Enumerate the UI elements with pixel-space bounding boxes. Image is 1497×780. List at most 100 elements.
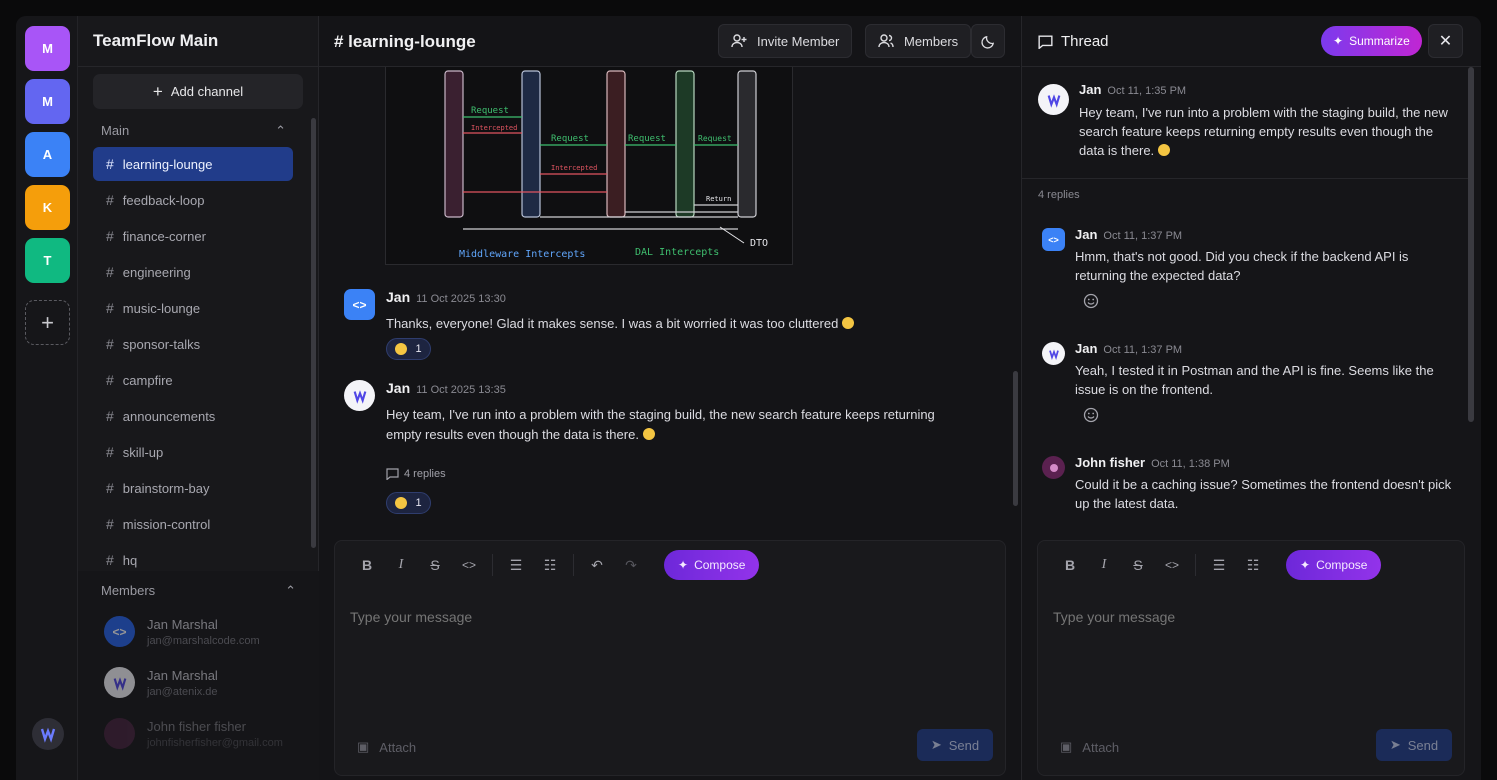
hash-icon: # [106, 516, 114, 532]
send-icon: ➤ [930, 737, 942, 752]
bullet-list-icon[interactable]: ☰ [1202, 548, 1236, 582]
message-author: Jan Oct 11, 1:35 PM [1079, 82, 1187, 97]
summarize-button[interactable]: ✦ Summarize [1321, 26, 1422, 56]
sequence-diagram-image: Request Intercepted Request Intercepted … [444, 70, 768, 260]
channel-sponsor-talks[interactable]: # sponsor-talks [93, 327, 293, 361]
thread-header: Thread ✦ Summarize ✕ [1022, 16, 1481, 67]
grimace-emoji-icon [1157, 144, 1170, 156]
code-icon[interactable]: <> [452, 548, 486, 582]
send-button[interactable]: ➤ Send [1376, 729, 1452, 761]
add-reaction-icon[interactable] [1082, 292, 1100, 310]
server-k[interactable]: K [25, 185, 70, 230]
user-avatar[interactable] [32, 718, 64, 750]
section-main-header[interactable]: Main ⌃ [101, 123, 286, 139]
chat-message: Jan 11 Oct 2025 13:35 Hey team, I've run … [344, 380, 984, 514]
svg-text:Intercepted: Intercepted [551, 164, 597, 172]
italic-icon[interactable]: I [384, 548, 418, 582]
logo-icon [113, 676, 126, 691]
numbered-list-icon[interactable]: ☷ [1236, 548, 1270, 582]
send-button[interactable]: ➤ Send [917, 729, 993, 761]
svg-text:DAL Intercepts: DAL Intercepts [635, 247, 719, 258]
thread-title: Thread [1038, 33, 1109, 50]
bullet-list-icon[interactable]: ☰ [499, 548, 533, 582]
compose-ai-button[interactable]: ✦ Compose [1286, 550, 1382, 580]
message-image[interactable]: Request Intercepted Request Intercepted … [385, 67, 793, 265]
hash-icon: # [106, 480, 114, 496]
channel-list: # learning-lounge # feedback-loop # finance… [93, 147, 293, 579]
channel-brainstorm-bay[interactable]: # brainstorm-bay [93, 471, 293, 505]
channel-engineering[interactable]: # engineering [93, 255, 293, 289]
code-icon[interactable]: <> [1155, 548, 1189, 582]
logo-icon [1048, 349, 1059, 360]
thread-replies-link[interactable]: 4 replies [386, 468, 446, 480]
message-time: 11 Oct 2025 13:30 [416, 293, 506, 305]
numbered-list-icon[interactable]: ☷ [533, 548, 567, 582]
sidebar-scrollbar[interactable] [311, 118, 316, 548]
sparkles-icon: ✦ [678, 558, 689, 572]
message-input[interactable] [350, 609, 950, 625]
thread-panel: Thread ✦ Summarize ✕ Jan Oct 11, 1:35 PM … [1021, 16, 1481, 780]
divider [492, 554, 493, 576]
plus-icon: + [152, 81, 163, 101]
close-thread-button[interactable]: ✕ [1428, 24, 1463, 58]
chat-scrollbar[interactable] [1013, 371, 1018, 506]
bold-icon[interactable]: B [350, 548, 384, 582]
member-item[interactable]: Jan Marshal jan@atenix.de [104, 667, 218, 698]
chevron-up-icon: ⌃ [275, 123, 286, 138]
attach-button[interactable]: ▣ Attach [357, 739, 416, 755]
channel-music-lounge[interactable]: # music-lounge [93, 291, 293, 325]
reaction-badge[interactable]: 1 [386, 338, 431, 360]
channel-feedback-loop[interactable]: # feedback-loop [93, 183, 293, 217]
channel-announcements[interactable]: # announcements [93, 399, 293, 433]
section-members-header[interactable]: Members ⌃ [101, 583, 296, 599]
chat-message: <> Jan 11 Oct 2025 13:30 Thanks, everyone… [344, 289, 984, 360]
add-server-button[interactable]: + [25, 300, 70, 345]
channel-sidebar: TeamFlow Main + Add channel Main ⌃ # lear… [78, 16, 319, 780]
moon-icon [980, 35, 994, 49]
image-icon: ▣ [1060, 739, 1073, 754]
members-button[interactable]: Members [865, 24, 972, 58]
channel-skill-up[interactable]: # skill-up [93, 435, 293, 469]
avatar [104, 718, 135, 749]
invite-member-button[interactable]: Invite Member [718, 24, 853, 58]
sparkles-icon: ✦ [1300, 558, 1311, 572]
grimace-emoji-icon [395, 343, 408, 355]
thread-message-input[interactable] [1053, 609, 1433, 625]
channel-campfire[interactable]: # campfire [93, 363, 293, 397]
channel-mission-control[interactable]: # mission-control [93, 507, 293, 541]
reply-count: 4 replies [1038, 189, 1080, 201]
strikethrough-icon[interactable]: S [418, 548, 452, 582]
comment-icon [386, 468, 399, 480]
workspace-title: TeamFlow Main [93, 31, 219, 50]
attach-button[interactable]: ▣ Attach [1060, 739, 1119, 755]
server-a[interactable]: A [25, 132, 70, 177]
bold-icon[interactable]: B [1053, 548, 1087, 582]
add-reaction-icon[interactable] [1082, 406, 1100, 424]
server-m2[interactable]: M [25, 79, 70, 124]
avatar [1038, 84, 1069, 115]
redo-icon[interactable]: ↷ [614, 548, 648, 582]
undo-icon[interactable]: ↶ [580, 548, 614, 582]
strikethrough-icon[interactable]: S [1121, 548, 1155, 582]
server-m1[interactable]: M [25, 26, 70, 71]
avatar [1042, 342, 1065, 365]
theme-toggle-button[interactable] [971, 24, 1005, 58]
member-item[interactable]: John fisher fisher johnfisherfisher@gmail… [104, 718, 283, 749]
avatar [344, 380, 375, 411]
member-item[interactable]: <> Jan Marshal jan@marshalcode.com [104, 616, 260, 647]
channel-learning-lounge[interactable]: # learning-lounge [93, 147, 293, 181]
add-channel-button[interactable]: + Add channel [93, 74, 303, 109]
channel-title: # learning-lounge [334, 32, 476, 51]
reply-text: Could it be a caching issue? Sometimes t… [1075, 477, 1452, 511]
svg-text:Request: Request [551, 134, 589, 144]
hash-icon: # [106, 300, 114, 316]
channel-finance-corner[interactable]: # finance-corner [93, 219, 293, 253]
send-icon: ➤ [1389, 737, 1401, 752]
divider [1195, 554, 1196, 576]
reaction-badge[interactable]: 1 [386, 492, 431, 514]
svg-text:Request: Request [628, 134, 666, 144]
compose-ai-button[interactable]: ✦ Compose [664, 550, 760, 580]
server-t[interactable]: T [25, 238, 70, 283]
thread-scrollbar[interactable] [1468, 67, 1474, 422]
italic-icon[interactable]: I [1087, 548, 1121, 582]
